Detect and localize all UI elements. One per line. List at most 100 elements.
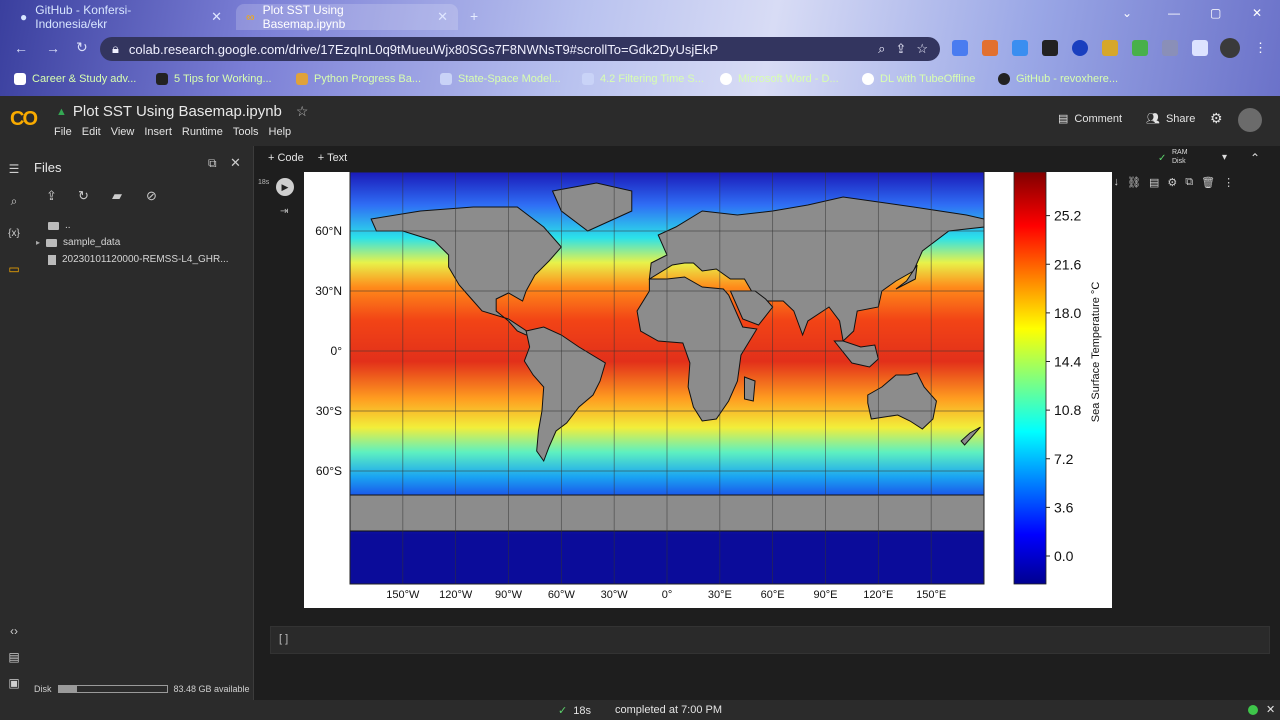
chevron-right-icon[interactable]: ▸ bbox=[36, 238, 40, 247]
chevron-down-icon[interactable]: ▾ bbox=[1222, 152, 1227, 163]
extension-icon[interactable] bbox=[1132, 40, 1148, 56]
code-icon[interactable]: ‹› bbox=[6, 624, 22, 640]
search-icon[interactable]: ⌕ bbox=[878, 41, 885, 57]
delete-icon[interactable]: 🗑︎ bbox=[1201, 176, 1215, 189]
share-label: Share bbox=[1165, 112, 1196, 125]
drive-folder-icon[interactable]: ▰ bbox=[112, 188, 122, 204]
sidepanel-icon[interactable] bbox=[1192, 40, 1208, 56]
window-close-icon[interactable]: ✕ bbox=[1252, 6, 1262, 20]
run-button[interactable]: ▶ bbox=[276, 178, 294, 196]
bookmark[interactable]: Microsoft Word - D... bbox=[720, 70, 839, 88]
file-item[interactable]: .. bbox=[48, 220, 71, 231]
chevron-down-icon[interactable]: ⌄ bbox=[1122, 6, 1132, 20]
refresh-folder-icon[interactable]: ↻ bbox=[78, 188, 89, 204]
back-icon[interactable]: ← bbox=[14, 40, 28, 56]
menu-file[interactable]: File bbox=[54, 126, 72, 138]
chevron-up-icon[interactable]: ⌃ bbox=[1250, 151, 1260, 165]
menu-insert[interactable]: Insert bbox=[144, 126, 172, 138]
minimize-icon[interactable]: — bbox=[1168, 6, 1180, 20]
avatar[interactable] bbox=[1238, 108, 1262, 132]
comment-label: Comment bbox=[1074, 112, 1123, 125]
bookmark[interactable]: 4.2 Filtering Time S... bbox=[582, 70, 704, 88]
notebook-title-text[interactable]: Plot SST Using Basemap.ipynb bbox=[73, 103, 282, 120]
bookmark[interactable]: GitHub - revoxhere... bbox=[998, 70, 1118, 88]
comment-button[interactable]: ▤ Comment bbox=[1058, 112, 1123, 126]
move-down-icon[interactable]: ↓ bbox=[1114, 176, 1120, 189]
bookmark[interactable]: DL with TubeOffline bbox=[862, 70, 975, 88]
star-icon[interactable]: ☆ bbox=[296, 103, 309, 120]
close-icon[interactable]: ✕ bbox=[211, 9, 222, 25]
extension-icon[interactable] bbox=[1042, 40, 1058, 56]
close-icon[interactable]: ✕ bbox=[437, 9, 448, 25]
extension-icon[interactable] bbox=[1012, 40, 1028, 56]
terminal-icon[interactable]: ▤ bbox=[6, 650, 22, 666]
bookmark-icon bbox=[296, 73, 308, 85]
notebook-toolbar: + Code + Text bbox=[254, 146, 1280, 170]
menu-view[interactable]: View bbox=[111, 126, 135, 138]
menu-runtime[interactable]: Runtime bbox=[182, 126, 223, 138]
bookmark[interactable]: Python Progress Ba... bbox=[296, 70, 421, 88]
new-tab-icon[interactable]: + bbox=[470, 8, 478, 24]
file-item[interactable]: 20230101120000-REMSS-L4_GHR... bbox=[48, 254, 229, 265]
toc-icon[interactable]: ☰ bbox=[6, 162, 22, 178]
extension-icon[interactable] bbox=[1102, 40, 1118, 56]
empty-code-cell[interactable]: [ ] bbox=[270, 626, 1270, 654]
colab-logo[interactable]: CO bbox=[10, 108, 38, 131]
menu-help[interactable]: Help bbox=[269, 126, 292, 138]
tab-colab[interactable]: ∞ Plot SST Using Basemap.ipynb ✕ bbox=[236, 3, 458, 31]
folder-icon[interactable]: ▭ bbox=[6, 262, 22, 278]
colorbar-tick-label: 28.8 bbox=[1054, 172, 1081, 175]
close-icon[interactable]: ✕ bbox=[1266, 703, 1275, 716]
menu-edit[interactable]: Edit bbox=[82, 126, 101, 138]
tab-github[interactable]: ● GitHub - Konfersi-Indonesia/ekr ✕ bbox=[10, 3, 232, 31]
file-label: .. bbox=[65, 220, 71, 231]
drive-icon: ▲ bbox=[56, 105, 67, 118]
status-bar: ✓ 18s completed at 7:00 PM ✕ bbox=[0, 700, 1280, 720]
close-icon[interactable]: ✕ bbox=[230, 155, 241, 171]
bookmark[interactable]: Career & Study adv... bbox=[14, 70, 136, 88]
variables-icon[interactable]: {x} bbox=[6, 228, 22, 244]
empty-cell-brackets: [ ] bbox=[279, 633, 289, 645]
forward-icon[interactable]: → bbox=[46, 40, 60, 56]
menu-tools[interactable]: Tools bbox=[233, 126, 259, 138]
sst-plot: 150°W 120°W 90°W 60°W 30°W 0° 30°E 60°E 90°E 120°… bbox=[315, 172, 1102, 601]
add-code-button[interactable]: + Code bbox=[268, 152, 304, 164]
puzzle-icon[interactable] bbox=[1162, 40, 1178, 56]
colorbar-tick-label: 25.2 bbox=[1054, 208, 1081, 224]
more-icon[interactable]: ⋮ bbox=[1254, 40, 1267, 56]
extension-icon[interactable] bbox=[952, 40, 968, 56]
address-bar[interactable]: 🔒︎ colab.research.google.com/drive/17Ezq… bbox=[100, 37, 940, 61]
status-message: completed at 7:00 PM bbox=[615, 704, 723, 716]
disk-label: Disk bbox=[34, 684, 52, 694]
new-window-icon[interactable]: ⧉ bbox=[208, 156, 217, 171]
search-icon[interactable]: ⌕ bbox=[6, 194, 22, 210]
maximize-icon[interactable]: ▢ bbox=[1210, 6, 1221, 20]
hide-icon[interactable]: ⊘ bbox=[146, 188, 157, 204]
mirror-icon[interactable]: ⧉ bbox=[1185, 176, 1193, 189]
share-button[interactable]: 👥︎ Share bbox=[1146, 112, 1196, 126]
extension-icon[interactable] bbox=[1072, 40, 1088, 56]
add-text-button[interactable]: + Text bbox=[318, 152, 347, 164]
share-icon[interactable]: ⇪ bbox=[895, 41, 906, 57]
lon-tick-label: 150°E bbox=[916, 589, 946, 601]
lon-tick-label: 150°W bbox=[386, 589, 420, 601]
extension-icon[interactable] bbox=[982, 40, 998, 56]
gear-icon[interactable]: ⚙ bbox=[1167, 176, 1177, 189]
upload-icon[interactable]: ⇪ bbox=[46, 188, 57, 204]
bookmark[interactable]: 5 Tips for Working... bbox=[156, 70, 272, 88]
avatar[interactable] bbox=[1220, 38, 1240, 58]
output-icon[interactable]: ⇥ bbox=[280, 206, 288, 217]
reload-icon[interactable]: ↻ bbox=[76, 39, 88, 56]
url-text[interactable]: colab.research.google.com/drive/17EzqInL… bbox=[129, 42, 868, 57]
bookmark[interactable]: State-Space Model... bbox=[440, 70, 561, 88]
bookmark-icon bbox=[156, 73, 168, 85]
star-icon[interactable]: ☆ bbox=[916, 41, 928, 57]
console-icon[interactable]: ▣ bbox=[6, 676, 22, 692]
colorbar-tick-label: 18.0 bbox=[1054, 305, 1081, 321]
comment-icon[interactable]: ▤ bbox=[1149, 176, 1159, 189]
resources-indicator[interactable]: RAM Disk bbox=[1172, 148, 1188, 166]
file-item[interactable]: ▸ sample_data bbox=[36, 237, 120, 248]
gear-icon[interactable]: ⚙ bbox=[1210, 110, 1223, 127]
link-icon[interactable]: ⛓ bbox=[1127, 176, 1141, 189]
more-icon[interactable]: ⋮ bbox=[1223, 176, 1234, 189]
